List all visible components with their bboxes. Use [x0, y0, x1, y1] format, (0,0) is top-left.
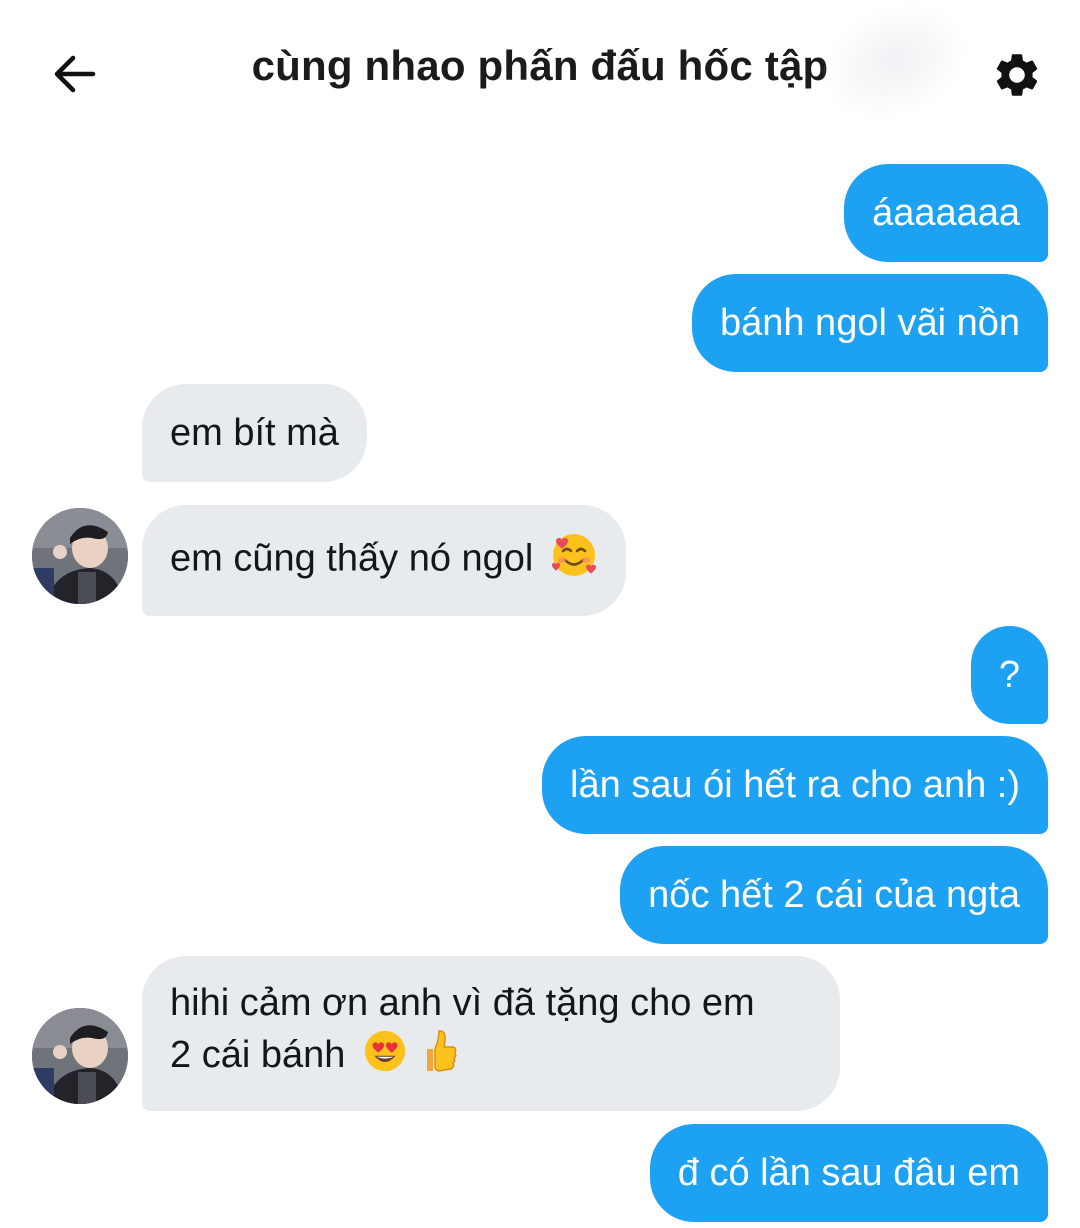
back-button[interactable] — [44, 44, 104, 104]
thumbs-up-emoji — [419, 1027, 459, 1087]
message-bubble-outgoing[interactable]: bánh ngol vãi nồn — [691, 274, 1048, 372]
message-bubble-incoming[interactable]: hihi cảm ơn anh vì đã tặng cho em 2 cái … — [142, 956, 840, 1111]
gear-icon — [996, 54, 1038, 96]
message-bubble-outgoing[interactable]: lần sau ói hết ra cho anh :) — [542, 736, 1048, 834]
avatar-photo — [32, 508, 128, 604]
screen-smudge — [803, 0, 987, 143]
chat-screen: cùng nhao phấn đấu hốc tập áaaaaaa bánh … — [0, 0, 1080, 1228]
message-text: em bít mà — [170, 412, 339, 454]
chat-header: cùng nhao phấn đấu hốc tập — [0, 0, 1080, 143]
message-text-line-with-emoji: 2 cái bánh — [170, 1027, 812, 1087]
message-text: đ có lần sau đâu em — [677, 1152, 1020, 1194]
message-bubble-outgoing[interactable]: áaaaaaa — [844, 164, 1048, 262]
sender-avatar[interactable] — [32, 508, 128, 604]
message-text: 2 cái bánh — [170, 1034, 346, 1077]
message-text: lần sau ói hết ra cho anh :) — [570, 764, 1020, 806]
smiling-face-with-hearts-emoji — [550, 531, 598, 590]
arrow-left-icon — [54, 55, 96, 93]
message-text-line: hihi cảm ơn anh vì đã tặng cho em — [170, 982, 755, 1024]
message-bubble-outgoing[interactable]: ? — [970, 626, 1048, 724]
settings-button[interactable] — [986, 44, 1048, 106]
conversation-title: cùng nhao phấn đấu hốc tập — [251, 42, 829, 89]
message-text: nốc hết 2 cái của ngta — [648, 874, 1020, 916]
heart-eyes-emoji — [362, 1028, 408, 1086]
message-text: bánh ngol vãi nồn — [719, 302, 1020, 344]
message-bubble-outgoing[interactable]: đ có lần sau đâu em — [649, 1124, 1048, 1222]
message-bubble-outgoing[interactable]: nốc hết 2 cái của ngta — [620, 846, 1048, 944]
message-text: áaaaaaa — [872, 192, 1020, 234]
message-text: ? — [998, 654, 1020, 696]
avatar-photo — [32, 1008, 128, 1104]
message-bubble-incoming[interactable]: em cũng thấy nó ngol — [142, 505, 626, 616]
message-bubble-incoming[interactable]: em bít mà — [142, 384, 367, 482]
sender-avatar[interactable] — [32, 1008, 128, 1104]
message-text: em cũng thấy nó ngol — [170, 537, 534, 580]
